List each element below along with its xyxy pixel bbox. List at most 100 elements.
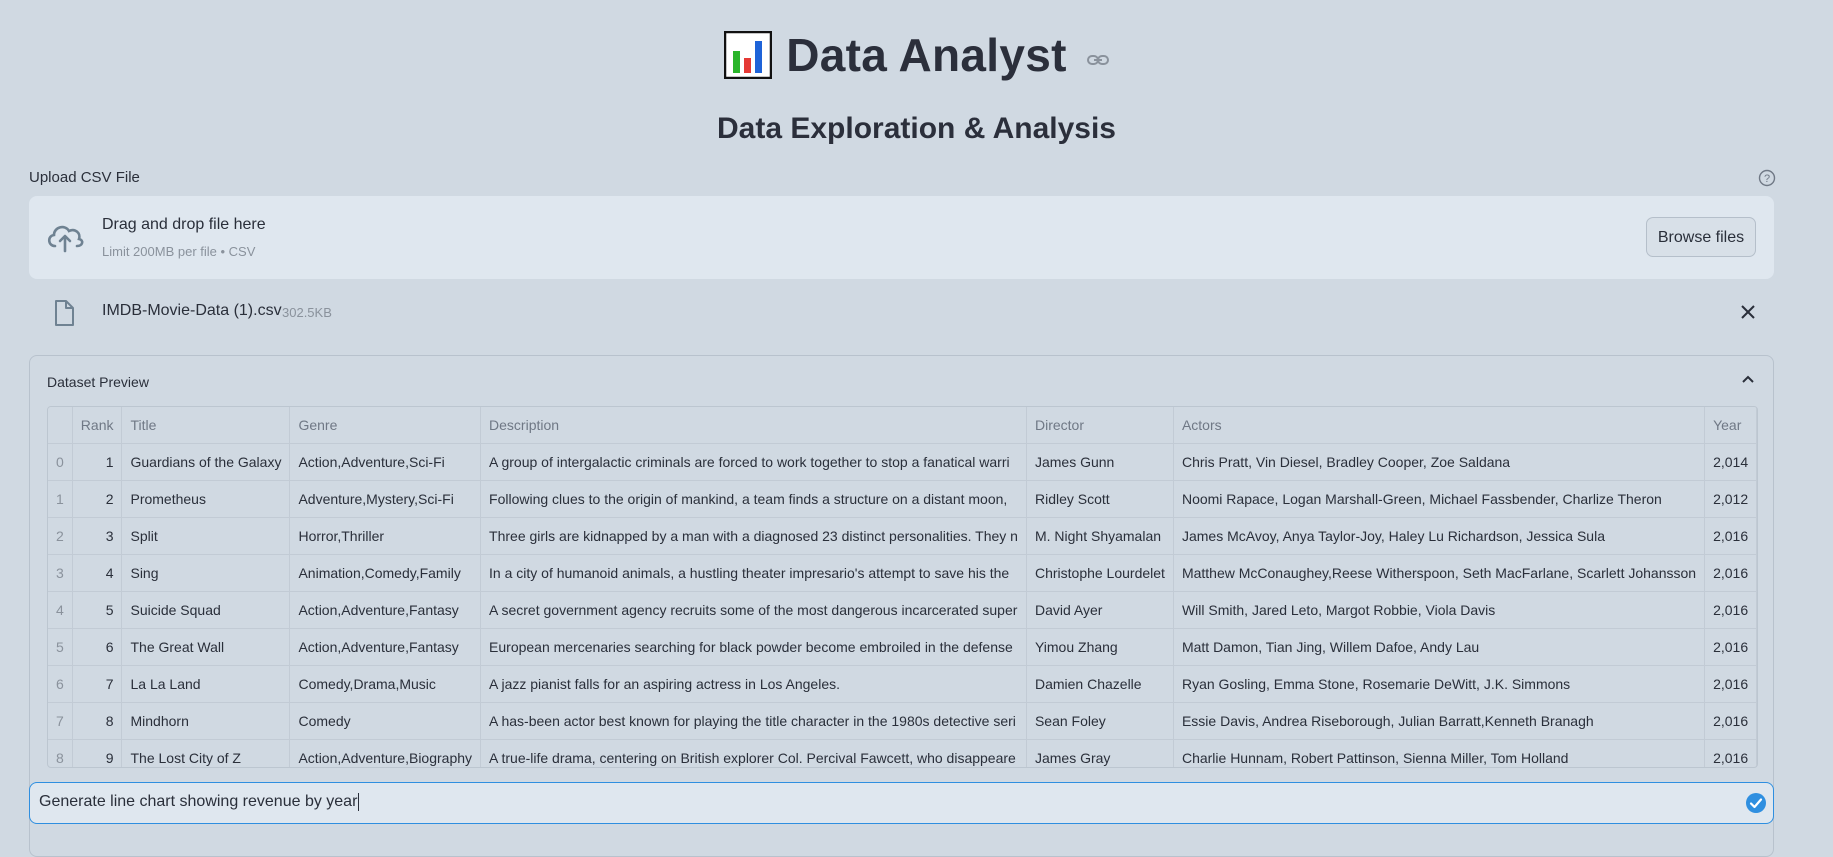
row-index[interactable]: 2 [48,517,73,555]
table-cell[interactable]: Ridley Scott [1026,480,1174,518]
table-cell[interactable]: Animation,Comedy,Family [289,554,482,592]
table-cell[interactable]: La La Land [121,665,291,703]
table-cell[interactable]: 2,016 [1704,517,1757,555]
table-cell[interactable]: 2,014 [1704,443,1757,481]
table-cell[interactable]: 2,016 [1704,665,1757,703]
table-cell[interactable]: 2,016 [1704,628,1757,666]
table-cell[interactable]: European mercenaries searching for black… [480,628,1027,666]
table-cell[interactable]: Christophe Lourdelet [1026,554,1174,592]
row-index[interactable]: 0 [48,443,73,481]
table-cell[interactable]: Chris Pratt, Vin Diesel, Bradley Cooper,… [1173,443,1706,481]
table-cell[interactable]: 7 [72,665,123,703]
table-cell[interactable]: Suicide Squad [121,591,291,629]
help-icon[interactable]: ? [1758,169,1776,187]
link-icon[interactable] [1086,53,1109,67]
table-cell[interactable]: Three girls are kidnapped by a man with … [480,517,1027,555]
chevron-up-icon[interactable] [1741,374,1755,384]
table-cell[interactable]: 2 [72,480,123,518]
table-cell[interactable]: 3 [72,517,123,555]
table-row[interactable]: 4 5 Suicide Squad Action,Adventure,Fantasy A… [48,591,1757,629]
table-row[interactable]: 3 4 Sing Animation,Comedy,Family In a city o… [48,554,1757,592]
table-cell[interactable]: David Ayer [1026,591,1174,629]
table-cell[interactable]: A jazz pianist falls for an aspiring act… [480,665,1027,703]
table-cell[interactable]: 2,016 [1704,591,1757,629]
table-cell[interactable]: Essie Davis, Andrea Riseborough, Julian … [1173,702,1706,740]
table-cell[interactable]: Sing [121,554,291,592]
close-icon[interactable] [1740,304,1756,320]
row-index[interactable]: 6 [48,665,73,703]
row-index[interactable]: 1 [48,480,73,518]
row-index[interactable]: 4 [48,591,73,629]
table-cell[interactable]: Sean Foley [1026,702,1174,740]
chat-input[interactable]: Generate line chart showing revenue by y… [29,782,1774,824]
file-dropzone[interactable]: Drag and drop file here Limit 200MB per … [29,196,1774,279]
table-cell[interactable]: The Lost City of Z [121,739,291,767]
table-row[interactable]: 8 9 The Lost City of Z Action,Adventure,Bio… [48,739,1757,767]
table-cell[interactable]: Guardians of the Galaxy [121,443,291,481]
table-cell[interactable]: Action,Adventure,Fantasy [289,591,482,629]
table-cell[interactable]: Adventure,Mystery,Sci-Fi [289,480,482,518]
table-cell[interactable]: A true-life drama, centering on British … [480,739,1027,767]
row-index[interactable]: 5 [48,628,73,666]
table-cell[interactable]: Damien Chazelle [1026,665,1174,703]
table-cell[interactable]: Yimou Zhang [1026,628,1174,666]
table-cell[interactable]: Matt Damon, Tian Jing, Willem Dafoe, And… [1173,628,1706,666]
table-cell[interactable]: Action,Adventure,Sci-Fi [289,443,482,481]
table-cell[interactable]: Split [121,517,291,555]
column-header[interactable]: Director [1026,407,1174,444]
table-cell[interactable]: 5 [72,591,123,629]
table-row[interactable]: 6 7 La La Land Comedy,Drama,Music A jazz pia… [48,665,1757,703]
table-cell[interactable]: The Great Wall [121,628,291,666]
table-cell[interactable]: James Gray [1026,739,1174,767]
table-cell[interactable]: Horror,Thriller [289,517,482,555]
table-cell[interactable]: James Gunn [1026,443,1174,481]
column-header[interactable]: Description [480,407,1027,444]
table-cell[interactable]: Ryan Gosling, Emma Stone, Rosemarie DeWi… [1173,665,1706,703]
table-cell[interactable]: Comedy [289,702,482,740]
column-header[interactable]: Title [121,407,291,444]
table-row[interactable]: 0 1 Guardians of the Galaxy Action,Adventur… [48,443,1757,481]
table-cell[interactable]: Following clues to the origin of mankind… [480,480,1027,518]
table-cell[interactable]: Matthew McConaughey,Reese Witherspoon, S… [1173,554,1706,592]
chat-input-text[interactable]: Generate line chart showing revenue by y… [39,793,360,811]
table-cell[interactable]: Prometheus [121,480,291,518]
table-cell[interactable]: A group of intergalactic criminals are f… [480,443,1027,481]
column-header[interactable] [48,407,73,444]
row-index[interactable]: 7 [48,702,73,740]
row-index[interactable]: 8 [48,739,73,767]
table-cell[interactable]: 2,016 [1704,739,1757,767]
column-header[interactable]: Genre [289,407,482,444]
table-cell[interactable]: M. Night Shyamalan [1026,517,1174,555]
table-cell[interactable]: 9 [72,739,123,767]
table-cell[interactable]: Action,Adventure,Biography [289,739,482,767]
table-row[interactable]: 5 6 The Great Wall Action,Adventure,Fantasy… [48,628,1757,666]
table-cell[interactable]: A secret government agency recruits some… [480,591,1027,629]
table-cell[interactable]: 2,016 [1704,554,1757,592]
table-cell[interactable]: 1 [72,443,123,481]
table-cell[interactable]: Will Smith, Jared Leto, Margot Robbie, V… [1173,591,1706,629]
row-index[interactable]: 3 [48,554,73,592]
table-cell[interactable]: 2,012 [1704,480,1757,518]
table-cell[interactable]: Charlie Hunnam, Robert Pattinson, Sienna… [1173,739,1706,767]
table-cell[interactable]: In a city of humanoid animals, a hustlin… [480,554,1027,592]
data-table[interactable]: Rank Title Genre Description Director Actors Y… [47,406,1758,768]
table-cell[interactable]: Mindhorn [121,702,291,740]
column-header[interactable]: Rank [72,407,123,444]
table-cell[interactable]: Noomi Rapace, Logan Marshall-Green, Mich… [1173,480,1706,518]
browse-files-button[interactable]: Browse files [1646,217,1756,257]
table-cell[interactable]: 2,016 [1704,702,1757,740]
table-cell[interactable]: 4 [72,554,123,592]
column-header[interactable]: Actors [1173,407,1706,444]
table-row[interactable]: 1 2 Prometheus Adventure,Mystery,Sci-Fi Foll… [48,480,1757,518]
expander-title[interactable]: Dataset Preview [47,374,149,390]
table-cell[interactable]: 6 [72,628,123,666]
table-cell[interactable]: Action,Adventure,Fantasy [289,628,482,666]
column-header[interactable]: Year [1704,407,1757,444]
table-cell[interactable]: A has-been actor best known for playing … [480,702,1027,740]
send-icon[interactable] [1745,792,1767,814]
table-row[interactable]: 7 8 Mindhorn Comedy A has-been actor best kn… [48,702,1757,740]
table-cell[interactable]: 8 [72,702,123,740]
table-row[interactable]: 2 3 Split Horror,Thriller Three girls are ki… [48,517,1757,555]
table-cell[interactable]: Comedy,Drama,Music [289,665,482,703]
table-cell[interactable]: James McAvoy, Anya Taylor-Joy, Haley Lu … [1173,517,1706,555]
